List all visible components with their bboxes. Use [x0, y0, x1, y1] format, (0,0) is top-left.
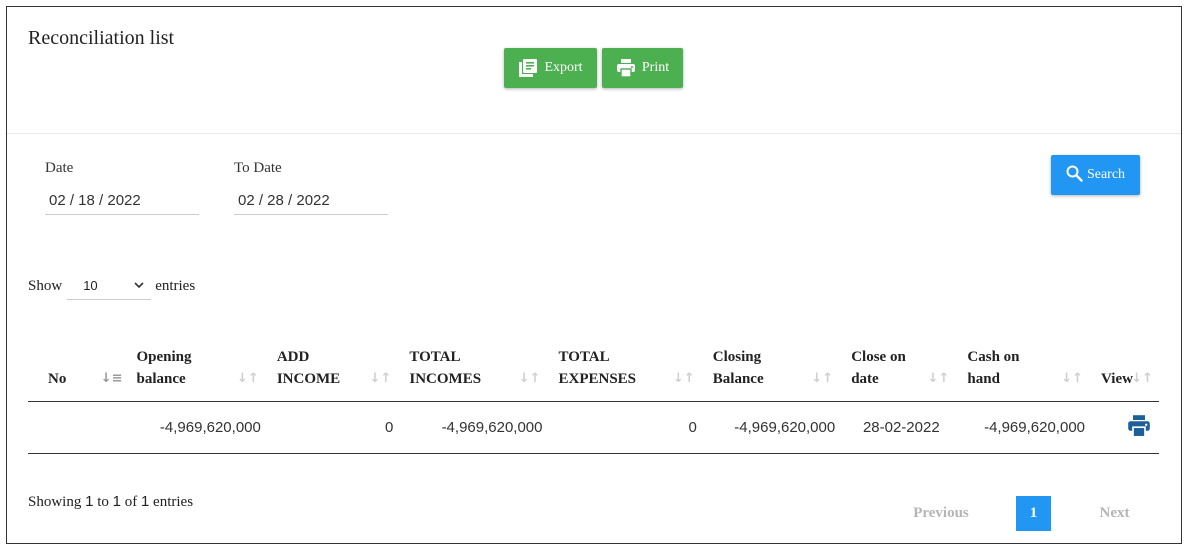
col-opening-balance[interactable]: Opening balance ↓↑: [128, 340, 269, 402]
col-cash-on-hand[interactable]: Cash on hand ↓↑: [959, 340, 1093, 402]
sort-icon: ↓↑: [673, 371, 695, 386]
pagination-previous[interactable]: Previous: [889, 496, 993, 531]
col-cash-on-hand-label-2: hand: [967, 371, 1000, 387]
col-closing-balance-label-1: Closing: [712, 349, 762, 365]
sort-icon: ↓↑: [518, 371, 541, 386]
col-total-incomes-label-1: TOTAL: [409, 349, 461, 365]
cell-total-expenses: 0: [550, 401, 705, 454]
col-close-on-date-label-1: Close on: [851, 349, 906, 365]
cell-total-incomes: -4,969,620,000: [401, 401, 551, 454]
sort-icon: ↓↑: [1061, 371, 1083, 386]
search-label: Search: [1086, 167, 1126, 182]
length-control: Show 10 entries: [28, 272, 195, 300]
sort-icon: ↓↑: [811, 371, 834, 386]
col-close-on-date-label-2: date: [851, 371, 879, 387]
col-cash-on-hand-label-1: Cash on: [967, 349, 1020, 365]
table-header-row: No ↓≡ Opening balance ↓↑ ADD INCOME ↓↑ T…: [28, 340, 1159, 402]
header-divider: [7, 133, 1181, 134]
date-input[interactable]: [45, 187, 199, 215]
info-to-word: to: [97, 494, 109, 510]
col-add-income-label-2: INCOME: [276, 371, 341, 387]
cell-no: [28, 401, 129, 454]
info-showing: Showing: [28, 494, 82, 510]
entries-select[interactable]: 10: [67, 272, 152, 300]
col-closing-balance-label-2: Balance: [712, 371, 764, 387]
sort-icon: ↓↑: [369, 371, 392, 386]
col-total-incomes[interactable]: TOTAL INCOMES ↓↑: [401, 340, 551, 402]
sort-asc-icon: ↓≡: [100, 371, 123, 386]
cell-close-on-date: 28-02-2022: [843, 401, 960, 454]
info-to: 1: [112, 493, 121, 510]
table-info: Showing 1 to 1 of 1 entries: [28, 493, 193, 511]
col-add-income-label-1: ADD: [276, 349, 310, 365]
date-field: Date: [45, 160, 199, 215]
to-date-field: To Date: [234, 160, 388, 215]
info-total: 1: [140, 493, 150, 510]
print-icon[interactable]: [1127, 414, 1151, 438]
col-closing-balance[interactable]: Closing Balance ↓↑: [704, 340, 844, 402]
col-no[interactable]: No ↓≡: [28, 340, 129, 402]
col-close-on-date[interactable]: Close on date ↓↑: [843, 340, 960, 402]
print-icon: [616, 59, 635, 77]
col-add-income[interactable]: ADD INCOME ↓↑: [268, 340, 402, 402]
info-of-word: of: [124, 494, 138, 510]
col-total-expenses[interactable]: TOTAL EXPENSES ↓↑: [550, 340, 705, 402]
pagination-page-1[interactable]: 1: [1016, 496, 1051, 531]
pagination-next[interactable]: Next: [1077, 496, 1152, 531]
entries-select-value: 10: [83, 278, 98, 293]
chevron-down-icon: [134, 282, 144, 289]
date-label: Date: [45, 160, 74, 176]
table-row: -4,969,620,000 0 -4,969,620,000 0 -4,969…: [28, 401, 1159, 454]
export-button[interactable]: Export: [504, 48, 597, 88]
cell-view: [1093, 401, 1159, 454]
col-no-label: No: [48, 371, 67, 387]
page-frame: Reconciliation list Export Print Date To…: [6, 6, 1182, 544]
show-label: Show: [28, 277, 63, 294]
search-icon: [1066, 165, 1083, 182]
cell-closing-balance: -4,969,620,000: [704, 401, 844, 454]
sort-icon: ↓↑: [237, 371, 259, 386]
cell-add-income: 0: [268, 401, 402, 454]
col-view[interactable]: View ↓↑: [1093, 340, 1159, 402]
col-total-expenses-label-2: EXPENSES: [558, 371, 637, 387]
sort-icon: ↓↑: [927, 371, 950, 386]
search-button[interactable]: Search: [1051, 155, 1140, 195]
to-date-input[interactable]: [234, 187, 388, 215]
sort-icon: ↓↑: [1131, 371, 1153, 386]
col-total-expenses-label-1: TOTAL: [558, 349, 610, 365]
info-from: 1: [85, 493, 94, 510]
print-button[interactable]: Print: [602, 48, 683, 88]
info-entries: entries: [153, 494, 194, 510]
export-label: Export: [544, 60, 583, 75]
cell-cash-on-hand: -4,969,620,000: [959, 401, 1093, 454]
entries-label: entries: [155, 277, 196, 294]
col-view-label: View: [1101, 371, 1133, 387]
col-total-incomes-label-2: INCOMES: [409, 371, 482, 387]
document-list-icon: [519, 59, 538, 77]
col-opening-balance-label-1: Opening: [136, 349, 192, 365]
reconciliation-table: No ↓≡ Opening balance ↓↑ ADD INCOME ↓↑ T…: [28, 340, 1159, 454]
page-title: Reconciliation list: [28, 27, 175, 49]
to-date-label: To Date: [234, 160, 282, 176]
cell-opening-balance: -4,969,620,000: [128, 401, 269, 454]
col-opening-balance-label-2: balance: [136, 371, 186, 387]
print-label: Print: [641, 60, 670, 75]
